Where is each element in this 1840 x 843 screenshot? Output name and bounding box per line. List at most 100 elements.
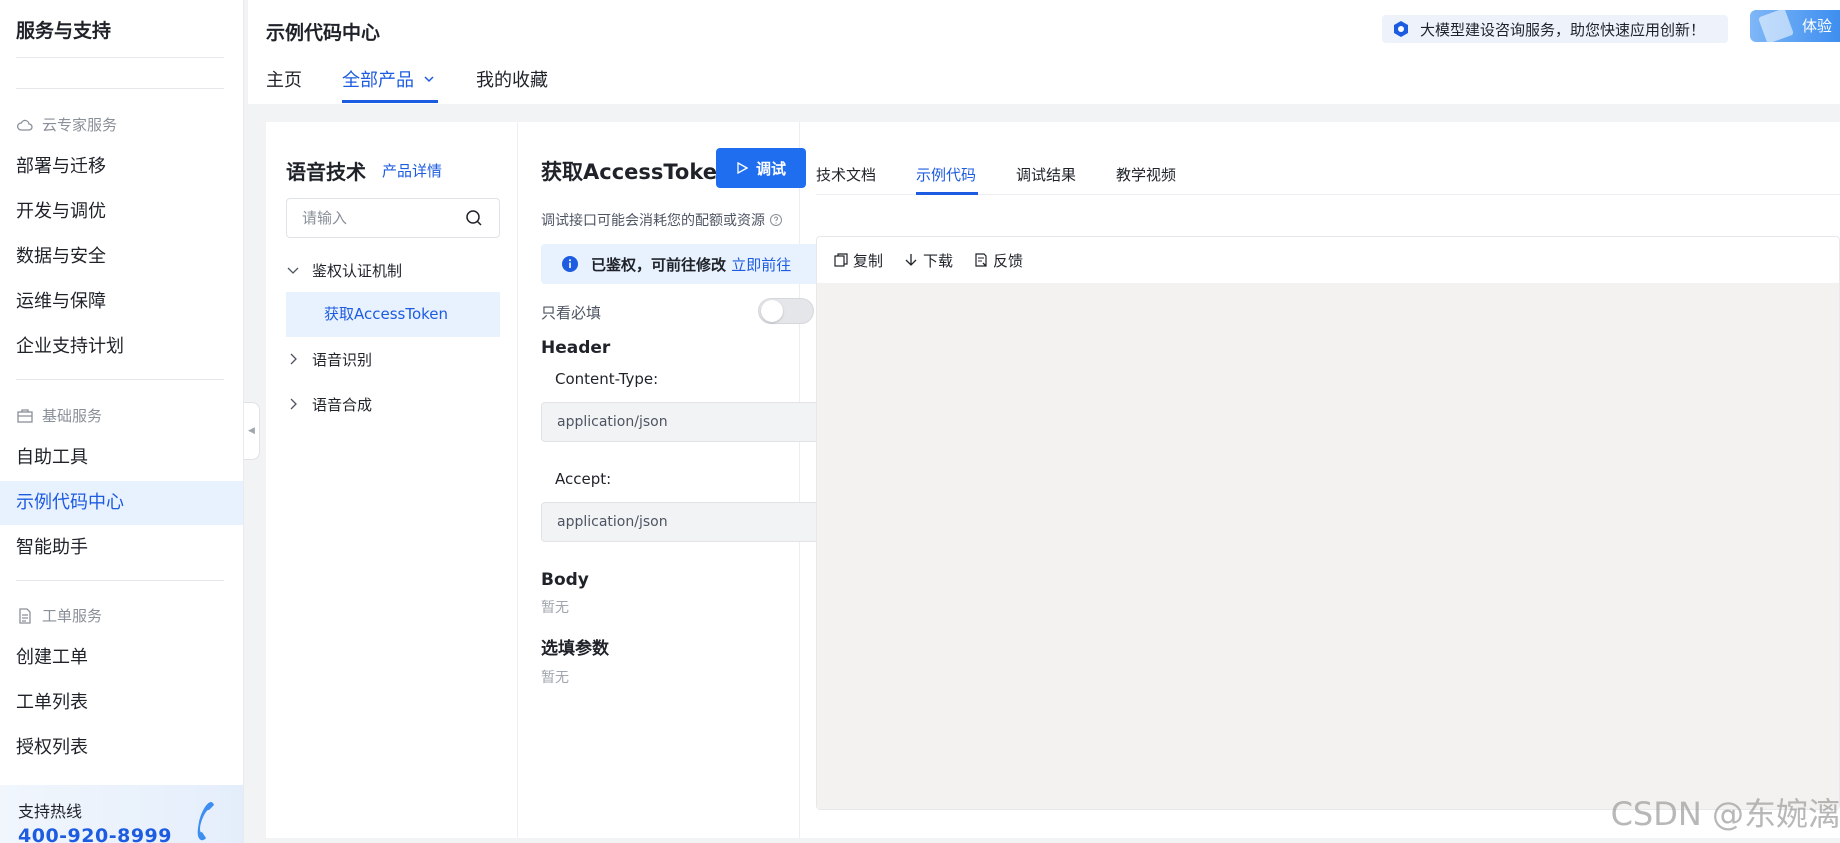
api-title: 获取AccessToken [541, 160, 732, 184]
sidebar-item-dev[interactable]: 开发与调优 [0, 190, 243, 234]
cloud-icon [17, 119, 33, 131]
optional-params-title: 选填参数 [541, 639, 609, 659]
sidebar-item-deploy[interactable]: 部署与迁移 [0, 145, 243, 189]
header-section-title: Header [541, 338, 611, 358]
tab-favorites[interactable]: 我的收藏 [476, 66, 548, 92]
sidebar-group-basic: 基础服务 [16, 405, 102, 426]
help-icon[interactable] [769, 213, 783, 227]
main-panel: 语音技术 产品详情 鉴权认证机制 获取AccessToken 语音识别 语音合成… [266, 122, 1840, 838]
chevron-right-icon [290, 398, 297, 410]
copy-icon [834, 253, 848, 267]
tree-node-label: 语音识别 [312, 350, 373, 369]
body-section-title: Body [541, 570, 589, 590]
code-toolbar: 复制 下载 反馈 [817, 237, 1839, 283]
sidebar-group-label: 云专家服务 [42, 116, 118, 134]
code-viewer: 复制 下载 反馈 [816, 236, 1840, 810]
accept-field[interactable] [541, 502, 820, 542]
tab-label: 主页 [266, 70, 302, 91]
sidebar-item-selfhelp[interactable]: 自助工具 [0, 436, 243, 480]
sidebar-item-data[interactable]: 数据与安全 [0, 235, 243, 279]
sidebar-item-ticket-list[interactable]: 工单列表 [0, 681, 243, 725]
active-tab-indicator [916, 192, 978, 195]
toggle-knob [761, 300, 783, 322]
tab-all-products[interactable]: 全部产品 [342, 66, 436, 92]
watermark: CSDN @东婉漓 [1610, 795, 1840, 833]
caret-left-icon: ◀ [248, 426, 255, 436]
document-icon [19, 607, 31, 624]
sidebar-group-label: 基础服务 [42, 407, 103, 425]
tab-tutorial-video[interactable]: 教学视频 [1116, 164, 1176, 185]
feedback-button[interactable]: 反馈 [973, 250, 1023, 271]
tab-home[interactable]: 主页 [266, 66, 302, 92]
phone-icon [197, 802, 214, 841]
download-icon [905, 254, 917, 266]
feedback-label: 反馈 [993, 251, 1024, 270]
tab-label: 我的收藏 [476, 70, 548, 91]
sidebar-group-ticket: 工单服务 [16, 605, 102, 626]
tab-tech-docs[interactable]: 技术文档 [816, 164, 876, 185]
sidebar-group-cloud-expert: 云专家服务 [16, 114, 117, 135]
sidebar-item-assistant[interactable]: 智能助手 [0, 526, 243, 570]
copy-label: 复制 [853, 251, 884, 270]
optional-empty-text: 暂无 [541, 670, 569, 686]
download-label: 下载 [923, 251, 954, 270]
try-label: 体验 [1802, 17, 1833, 35]
tree-node-label: 鉴权认证机制 [312, 261, 403, 280]
code-content-area[interactable] [817, 283, 1839, 809]
search-icon[interactable] [464, 208, 484, 228]
divider [16, 379, 224, 380]
promo-notice[interactable]: 大模型建设咨询服务，助您快速应用创新！ [1382, 15, 1728, 43]
active-tab-indicator [342, 100, 438, 103]
sidebar-item-create-ticket[interactable]: 创建工单 [0, 636, 243, 680]
info-icon [562, 256, 578, 272]
tree-node-tts[interactable]: 语音合成 [286, 382, 500, 426]
tree-node-auth[interactable]: 鉴权认证机制 [286, 248, 500, 292]
code-panel-column: 技术文档 示例代码 调试结果 教学视频 复制 下载 反馈 [801, 122, 1840, 838]
download-button[interactable]: 下载 [903, 250, 953, 271]
sidebar-item-sample-code[interactable]: 示例代码中心 [0, 481, 243, 525]
chevron-right-icon [290, 353, 297, 365]
body-empty-text: 暂无 [541, 600, 569, 616]
only-required-label: 只看必填 [541, 304, 602, 322]
try-experience-button[interactable]: 体验 [1750, 10, 1840, 42]
api-params-panel: 获取AccessToken 调试 调试接口可能会消耗您的配额或资源 已鉴权，可前… [519, 122, 820, 838]
sidebar-title: 服务与支持 [16, 20, 112, 42]
product-tree-panel: 语音技术 产品详情 鉴权认证机制 获取AccessToken 语音识别 语音合成 [266, 122, 518, 838]
hint-text: 调试接口可能会消耗您的配额或资源 [541, 213, 765, 229]
tree-node-asr[interactable]: 语音识别 [286, 337, 500, 381]
page-title: 示例代码中心 [266, 22, 381, 44]
content-type-field[interactable] [541, 402, 820, 442]
product-detail-link[interactable]: 产品详情 [382, 160, 442, 181]
auth-status-text: 已鉴权，可前往修改 [591, 255, 727, 274]
go-now-link[interactable]: 立即前往 [731, 256, 791, 274]
sidebar-item-enterprise[interactable]: 企业支持计划 [0, 325, 243, 369]
tab-label: 全部产品 [342, 70, 414, 91]
chevron-down-icon [287, 267, 299, 274]
notice-text: 大模型建设咨询服务，助您快速应用创新！ [1420, 20, 1706, 39]
tab-debug-result[interactable]: 调试结果 [1016, 164, 1076, 185]
support-hotline[interactable]: 支持热线 400-920-8999 [0, 785, 243, 843]
accept-label: Accept: [555, 470, 612, 488]
chevron-down-icon [424, 76, 434, 83]
divider [16, 580, 224, 581]
copy-button[interactable]: 复制 [833, 250, 883, 271]
tab-sample-code[interactable]: 示例代码 [916, 164, 976, 185]
tree-leaf-get-access-token[interactable]: 获取AccessToken [286, 292, 500, 337]
debug-label: 调试 [755, 159, 786, 178]
divider [16, 88, 224, 89]
decorative-card-icon [1758, 10, 1794, 42]
divider [16, 57, 224, 58]
product-title: 语音技术 [286, 160, 366, 184]
briefcase-icon [17, 408, 33, 423]
sidebar: 服务与支持 云专家服务 部署与迁移 开发与调优 数据与安全 运维与保障 企业支持… [0, 0, 244, 843]
content-type-label: Content-Type: [555, 370, 659, 388]
tree-node-label: 语音合成 [312, 395, 373, 414]
sidebar-item-ops[interactable]: 运维与保障 [0, 280, 243, 324]
debug-button[interactable]: 调试 [716, 148, 806, 188]
hexagon-icon [1394, 21, 1408, 37]
sidebar-collapse-handle[interactable]: ◀ [244, 402, 260, 460]
debug-hint: 调试接口可能会消耗您的配额或资源 [541, 210, 783, 230]
sidebar-item-auth-list[interactable]: 授权列表 [0, 726, 243, 770]
sidebar-group-label: 工单服务 [42, 607, 103, 625]
play-icon [737, 162, 748, 174]
